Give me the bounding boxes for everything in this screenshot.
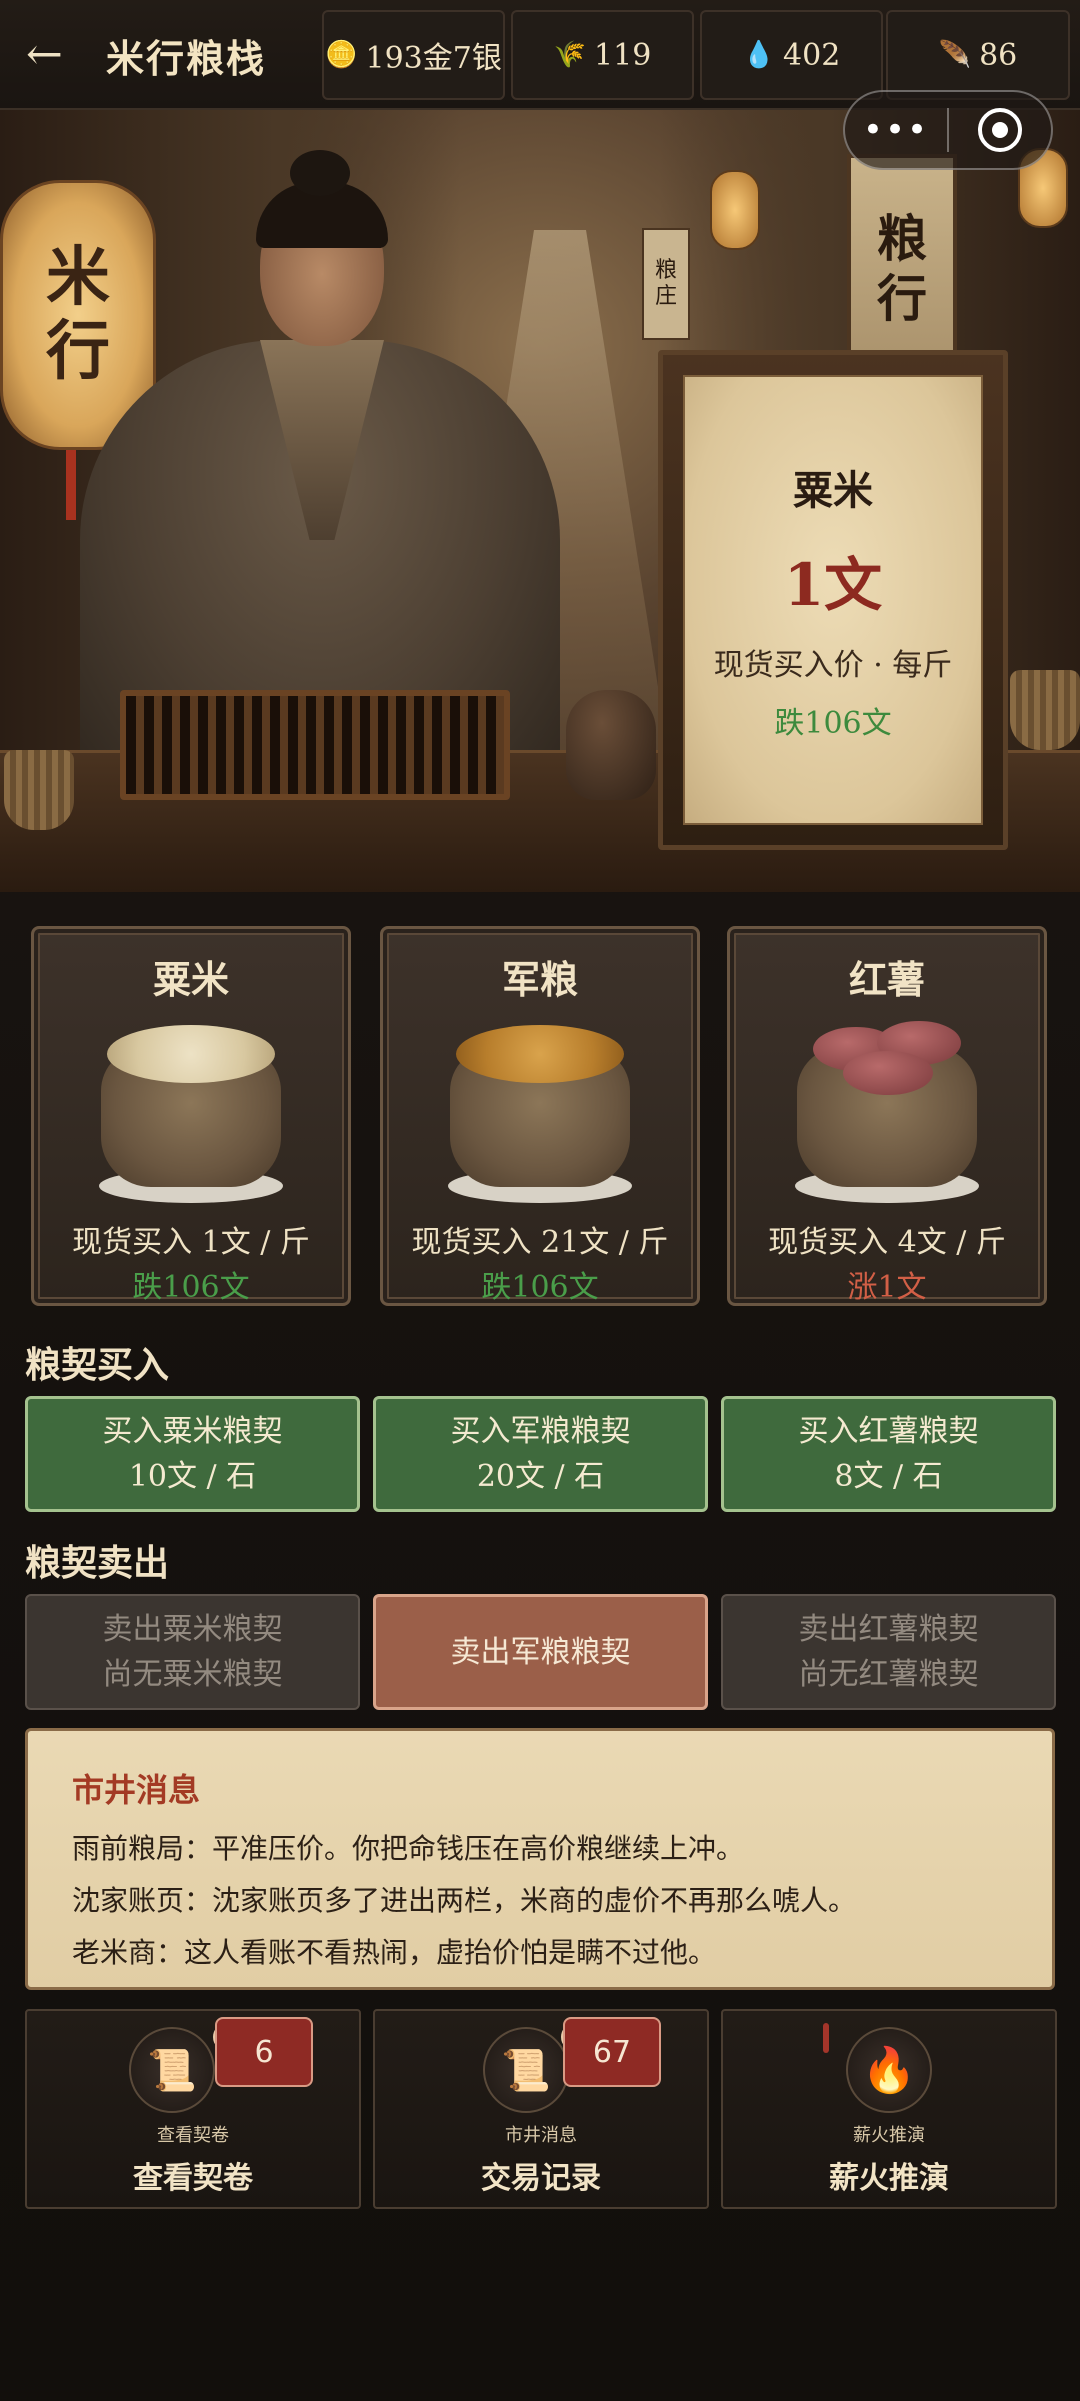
basket-icon (1010, 670, 1080, 750)
water-drop-icon: 💧 (742, 40, 776, 70)
button-price: 10文 / 石 (128, 1459, 257, 1494)
product-price-change: 跌106文 (481, 1270, 599, 1305)
product-price: 现货买入 1文 / 斤 (72, 1225, 310, 1260)
trade-count: 67 (563, 2017, 661, 2087)
button-price: 8文 / 石 (834, 1459, 943, 1494)
product-price: 现货买入 21文 / 斤 (411, 1225, 669, 1260)
buy-millet-contract-button[interactable]: 买入粟米粮契 10文 / 石 (25, 1396, 360, 1512)
grain-value: 119 (594, 37, 652, 73)
wheat-sack-icon (440, 1011, 640, 1203)
contract-count: 6 (215, 2017, 313, 2087)
product-name: 粟米 (152, 957, 229, 1002)
gold-value: 193金7银 (365, 41, 502, 76)
scroll-icon: 📜 (483, 2027, 569, 2113)
board-item-name: 粟米 (793, 467, 873, 514)
news-line: 老米商：这人看账不看热闹，虚抬价怕是瞒不过他。 (72, 1936, 717, 1969)
feather-counter: 🪶 86 (886, 10, 1070, 100)
market-scene: 米 行 粮 庄 粮 行 粟米 1文 现货买入价 · 每斤 跌106文 (0, 110, 1080, 892)
page-title: 米行粮栈 (106, 36, 267, 81)
action-label: 查看契卷 (133, 2161, 253, 2196)
sweet-potato-sack-icon (787, 1011, 987, 1203)
grain-counter: 🌾 119 (511, 10, 694, 100)
more-dots-icon[interactable]: ••• (845, 110, 947, 150)
clay-jar-icon (566, 690, 656, 800)
edge-marker (823, 2023, 829, 2053)
board-item-price: 1文 (783, 551, 883, 619)
sell-millet-contract-button[interactable]: 卖出粟米粮契 尚无粟米粮契 (25, 1594, 360, 1710)
buy-army-grain-contract-button[interactable]: 买入军粮粮契 20文 / 石 (373, 1396, 708, 1512)
button-label: 卖出军粮粮契 (450, 1634, 631, 1670)
gold-counter: 🪙 193金7银 (322, 10, 505, 100)
news-title: 市井消息 (72, 1771, 201, 1809)
product-name: 军粮 (501, 957, 578, 1002)
abacus-icon (120, 690, 510, 800)
scroll-icon: 📜 (129, 2027, 215, 2113)
action-caption: 查看契卷 (157, 2125, 229, 2146)
sell-army-grain-contract-button[interactable]: 卖出军粮粮契 (373, 1594, 708, 1710)
button-label: 买入军粮粮契 (450, 1414, 631, 1449)
water-value: 402 (783, 37, 841, 73)
trade-history-button[interactable]: 📜 1 67 市井消息 交易记录 (373, 2009, 709, 2209)
product-card-millet[interactable]: 粟米 现货买入 1文 / 斤 跌106文 (31, 926, 351, 1306)
button-label: 买入粟米粮契 (102, 1414, 283, 1449)
mini-program-capsule: ••• (843, 90, 1053, 170)
sell-section-title: 粮契卖出 (25, 1542, 170, 1584)
product-price-change: 跌106文 (132, 1270, 250, 1305)
grain-shop-sign: 粮 庄 (642, 228, 690, 340)
action-caption: 市井消息 (505, 2125, 577, 2146)
button-price: 20文 / 石 (476, 1459, 605, 1494)
button-label: 卖出红薯粮契 (798, 1612, 979, 1647)
product-price-change: 涨1文 (847, 1270, 927, 1305)
button-label: 卖出粟米粮契 (102, 1612, 283, 1647)
action-label: 交易记录 (481, 2161, 601, 2196)
product-card-army-grain[interactable]: 军粮 现货买入 21文 / 斤 跌106文 (380, 926, 700, 1306)
buy-section-title: 粮契买入 (25, 1344, 170, 1386)
product-name: 红薯 (848, 957, 925, 1002)
button-status: 尚无红薯粮契 (798, 1657, 979, 1692)
action-caption: 薪火推演 (853, 2125, 925, 2146)
button-status: 尚无粟米粮契 (102, 1657, 283, 1692)
buy-sweet-potato-contract-button[interactable]: 买入红薯粮契 8文 / 石 (721, 1396, 1056, 1512)
price-board-paper: 粟米 1文 现货买入价 · 每斤 跌106文 (683, 375, 983, 825)
news-line: 雨前粮局：平准压价。你把命钱压在高价粮继续上冲。 (72, 1832, 745, 1865)
product-card-sweet-potato[interactable]: 红薯 现货买入 4文 / 斤 涨1文 (727, 926, 1047, 1306)
feather-value: 86 (979, 37, 1018, 73)
grain-icon: 🌾 (553, 40, 587, 70)
millet-sack-icon (91, 1011, 291, 1203)
market-news-panel: 市井消息 雨前粮局：平准压价。你把命钱压在高价粮继续上冲。 沈家账页：沈家账页多… (25, 1728, 1055, 1990)
gold-ingot-icon: 🪙 (325, 40, 358, 70)
target-icon[interactable] (949, 108, 1051, 152)
view-contracts-button[interactable]: 📜 2 6 查看契卷 查看契卷 (25, 2009, 361, 2209)
ember-simulation-button[interactable]: 🔥 薪火推演 薪火推演 (721, 2009, 1057, 2209)
board-price-subtitle: 现货买入价 · 每斤 (713, 648, 953, 683)
water-counter: 💧 402 (700, 10, 883, 100)
action-label: 薪火推演 (829, 2161, 949, 2196)
feather-icon: 🪶 (938, 40, 972, 70)
fire-icon: 🔥 (846, 2027, 932, 2113)
button-label: 买入红薯粮契 (798, 1414, 979, 1449)
sell-sweet-potato-contract-button[interactable]: 卖出红薯粮契 尚无红薯粮契 (721, 1594, 1056, 1710)
product-price: 现货买入 4文 / 斤 (768, 1225, 1006, 1260)
basket-icon (4, 750, 74, 830)
news-line: 沈家账页：沈家账页多了进出两栏，米商的虚价不再那么唬人。 (72, 1884, 857, 1917)
board-price-change: 跌106文 (774, 706, 892, 741)
price-board: 粟米 1文 现货买入价 · 每斤 跌106文 (658, 350, 1008, 850)
back-arrow-icon[interactable]: ← (26, 30, 86, 80)
lantern-icon (710, 170, 760, 250)
